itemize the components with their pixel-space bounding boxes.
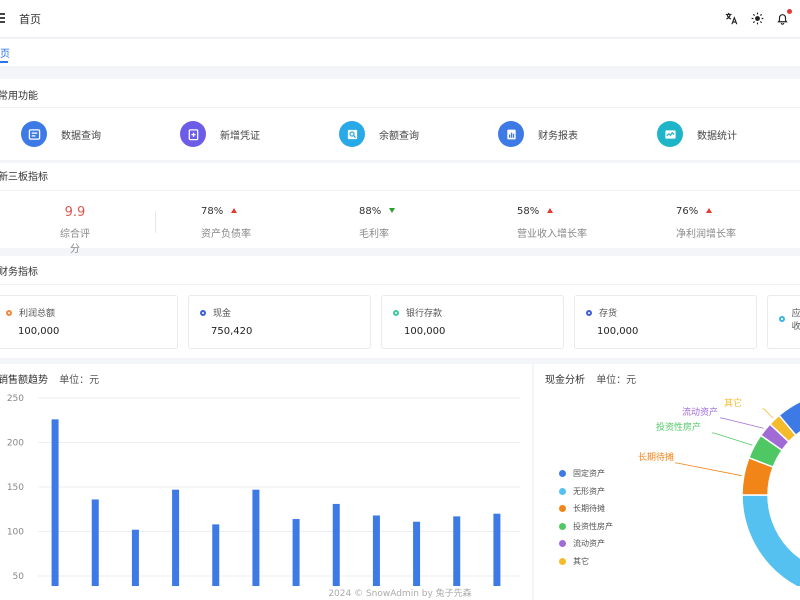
kpi-label: 净利润增长率 [676, 229, 736, 240]
tab-active-indicator [0, 61, 8, 63]
cash-donut-chart: 长期待摊 投资性房产 流动资产其它 [638, 397, 800, 586]
sales-bar[interactable] [51, 419, 59, 586]
finance-card-amount: 750,420 [211, 326, 253, 337]
score-label: 综合评分 [60, 229, 90, 255]
finance-card-amount: 100,000 [404, 326, 446, 337]
finance-card-name: 存货 [599, 309, 618, 319]
finance-card-amount: 100,000 [18, 326, 60, 337]
cash-chart-header: 现金分析 单位：元 [545, 371, 636, 386]
donut-callout-label: 投资性房产 [656, 421, 701, 433]
sales-bar[interactable] [131, 529, 139, 586]
tab-bar: 页 [0, 39, 800, 66]
sales-bar-chart: 50 100 150 200 250 [7, 394, 520, 586]
shortcut-data-query[interactable]: 数据查询 [21, 120, 101, 148]
kpi-label: 毛利率 [359, 229, 389, 240]
tab-home[interactable]: 页 [0, 45, 10, 60]
sales-bar[interactable] [91, 499, 99, 586]
finance-card-bank-deposit[interactable]: 银行存款 100,000 [381, 295, 564, 349]
sales-bar[interactable] [453, 516, 461, 586]
sales-bar[interactable] [372, 515, 380, 586]
kpi-gross-margin: 88% 毛利率 [359, 206, 396, 240]
sales-bar[interactable] [413, 521, 421, 586]
donut-callout-label: 长期待摊 [638, 451, 674, 463]
finance-title: 财务指标 [0, 267, 38, 278]
bank-deposit-dot-icon [393, 309, 399, 316]
kpi-value: 76% [676, 206, 699, 217]
cash-dot-icon [200, 309, 206, 316]
kpi-value: 58% [517, 206, 540, 217]
trend-up-icon [231, 208, 238, 213]
finance-card-cash[interactable]: 现金 750,420 [188, 295, 371, 349]
finance-card-amount: 100,000 [597, 326, 639, 337]
shortcut-financial-report[interactable]: 财务报表 [498, 120, 578, 148]
data-statistics-icon [657, 121, 683, 147]
add-voucher-icon [180, 121, 206, 147]
donut-callout-line [675, 462, 742, 477]
sales-bar[interactable] [332, 503, 340, 586]
finance-card-total-profit[interactable]: 利润总额 100,000 [0, 295, 178, 349]
notification-bell-icon[interactable] [774, 9, 792, 26]
trend-down-icon [389, 208, 396, 213]
sales-y-tick-label: 100 [7, 528, 24, 538]
shortcut-label: 新增凭证 [220, 130, 260, 142]
finance-card-name: 银行存款 [406, 309, 443, 319]
trend-up-icon [547, 208, 554, 213]
sales-chart-title: 销售额趋势 [0, 375, 48, 386]
kpi-debt-ratio: 78% 资产负债率 [201, 206, 251, 240]
kpi-label: 资产负债率 [201, 229, 251, 240]
shortcut-data-statistics[interactable]: 数据统计 [657, 120, 737, 148]
sales-bar[interactable] [252, 489, 260, 586]
donut-callout-line [712, 432, 753, 446]
notification-badge [787, 9, 792, 14]
inventory-dot-icon [586, 309, 592, 316]
donut-callout-label: 其它 [724, 397, 742, 409]
footer-copyright: 2024 © SnowAdmin by 兔子先森 [328, 589, 472, 599]
receivable-dot-icon [779, 316, 785, 322]
donut-callout-line [720, 417, 764, 429]
financial-report-icon [498, 121, 524, 147]
menu-toggle-icon[interactable] [0, 13, 5, 23]
score-value: 9.9 [64, 205, 86, 220]
sales-y-tick-label: 150 [7, 483, 24, 493]
breadcrumb-home[interactable]: 首页 [19, 11, 41, 27]
kpi-value: 78% [201, 206, 224, 217]
kpi-profit-growth: 76% 净利润增长率 [676, 206, 736, 240]
sales-y-tick-label: 200 [7, 439, 24, 449]
sales-bar[interactable] [292, 519, 300, 586]
theme-sun-icon[interactable] [749, 10, 765, 26]
shortcut-label: 数据查询 [61, 130, 101, 142]
neeq-title: 新三板指标 [0, 172, 48, 183]
donut-callout-label: 流动资产 [682, 406, 718, 418]
translate-icon[interactable] [723, 10, 739, 26]
shortcut-label: 余额查询 [379, 130, 419, 142]
data-query-icon [21, 121, 47, 147]
shortcut-add-voucher[interactable]: 新增凭证 [180, 120, 260, 148]
sales-chart-header: 销售额趋势 单位：元 [0, 371, 99, 386]
trend-up-icon [706, 208, 713, 213]
kpi-overall-score: 9.9 综合评分 [57, 205, 93, 255]
finance-card-receivable[interactable]: 应收 [767, 295, 800, 349]
shortcuts-title: 常用功能 [0, 91, 38, 102]
sales-chart-unit: 单位：元 [59, 375, 100, 386]
balance-query-icon [339, 121, 365, 147]
shortcut-label: 财务报表 [538, 130, 578, 142]
finance-card-name: 利润总额 [19, 309, 56, 319]
sales-y-tick-label: 250 [7, 394, 24, 404]
sales-bar[interactable] [172, 489, 180, 586]
top-bar: 首页 [0, 0, 800, 38]
shortcut-balance-query[interactable]: 余额查询 [339, 120, 419, 148]
donut-callout-line [762, 408, 774, 419]
sales-y-tick-label: 50 [13, 572, 25, 582]
total-profit-dot-icon [6, 309, 12, 316]
finance-card-inventory[interactable]: 存货 100,000 [574, 295, 757, 349]
finance-card-name: 现金 [213, 309, 232, 319]
kpi-label: 营业收入增长率 [517, 229, 587, 240]
kpi-revenue-growth: 58% 营业收入增长率 [517, 206, 587, 240]
sales-bar[interactable] [212, 524, 220, 586]
kpi-value: 88% [359, 206, 382, 217]
sales-bar[interactable] [493, 513, 501, 586]
donut-slice[interactable] [741, 494, 800, 586]
finance-card-name: 应收 [791, 309, 800, 332]
shortcut-label: 数据统计 [697, 130, 737, 142]
